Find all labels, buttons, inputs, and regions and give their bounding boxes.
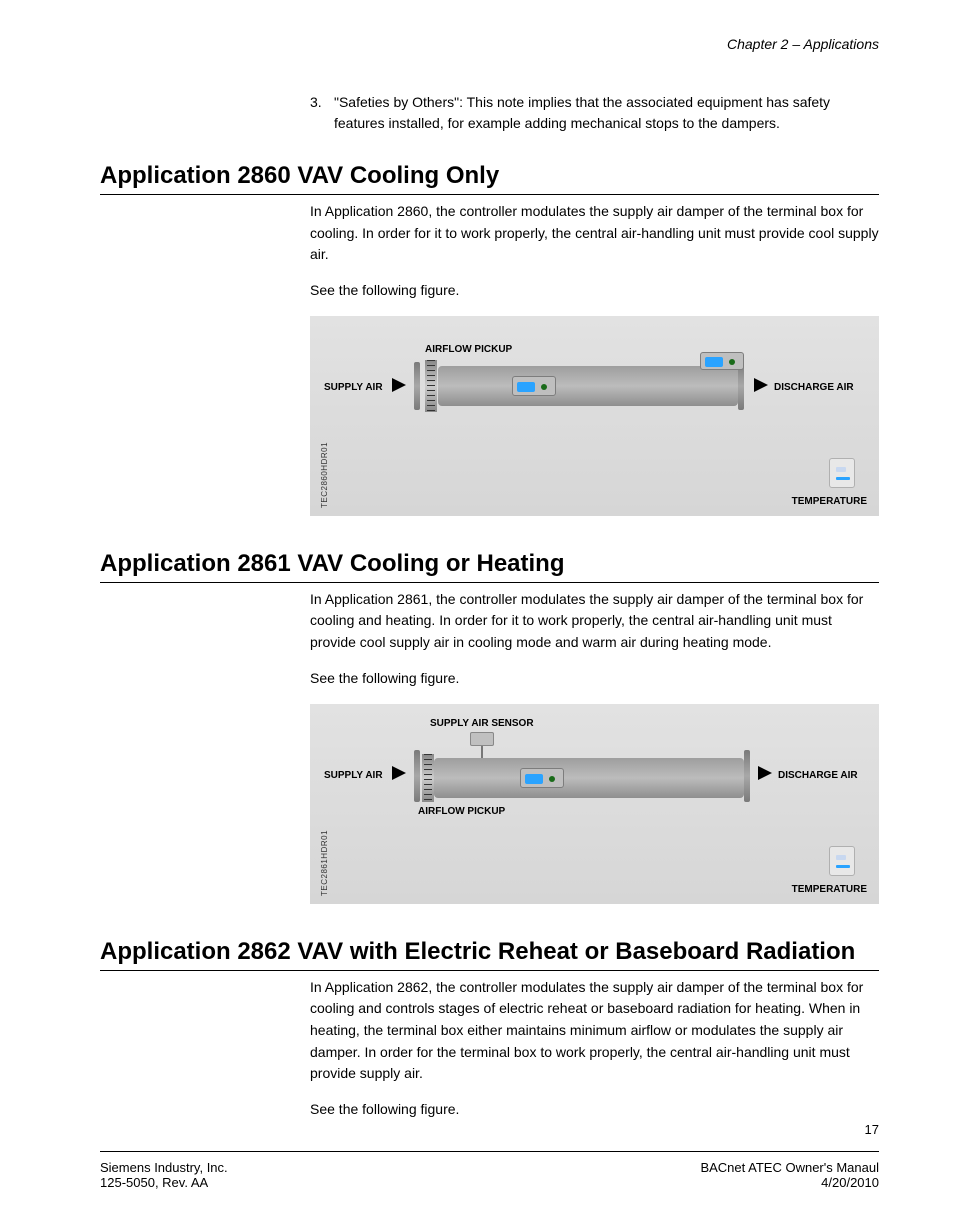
label-airflow-pickup: AIRFLOW PICKUP bbox=[425, 344, 512, 355]
list-number: 3. bbox=[310, 92, 334, 134]
list-text: "Safeties by Others": This note implies … bbox=[334, 92, 879, 134]
terminal-box-duct bbox=[438, 366, 738, 406]
control-panel bbox=[700, 352, 744, 370]
duct-flange bbox=[744, 750, 750, 802]
arrow-right-icon bbox=[392, 766, 406, 780]
paragraph: In Application 2861, the controller modu… bbox=[310, 589, 879, 654]
paragraph: See the following figure. bbox=[310, 668, 879, 690]
page-number: 17 bbox=[865, 1122, 879, 1137]
label-discharge-air: DISCHARGE AIR bbox=[774, 382, 854, 393]
arrow-right-icon bbox=[754, 378, 768, 392]
chapter-header: Chapter 2 – Applications bbox=[100, 36, 879, 52]
airflow-pickup-scale bbox=[425, 360, 437, 412]
heading-app-2862: Application 2862 VAV with Electric Rehea… bbox=[100, 938, 879, 971]
temperature-sensor-icon bbox=[829, 846, 855, 876]
paragraph: In Application 2862, the controller modu… bbox=[310, 977, 879, 1085]
indicator-dot-icon bbox=[729, 359, 735, 365]
arrow-right-icon bbox=[758, 766, 772, 780]
figure-app-2860: AIRFLOW PICKUP SUPPLY AIR DISCHARGE AIR … bbox=[310, 316, 879, 516]
indicator-icon bbox=[525, 774, 543, 784]
figure-code: TEC2861HDR01 bbox=[320, 829, 329, 895]
duct-flange bbox=[414, 362, 420, 410]
heading-app-2861: Application 2861 VAV Cooling or Heating bbox=[100, 550, 879, 583]
label-temperature: TEMPERATURE bbox=[792, 884, 867, 895]
supply-air-sensor-icon bbox=[470, 732, 494, 746]
paragraph: See the following figure. bbox=[310, 1099, 879, 1121]
figure-app-2861: SUPPLY AIR SENSOR SUPPLY AIR AIRFLOW PIC… bbox=[310, 704, 879, 904]
figure-code: TEC2860HDR01 bbox=[320, 442, 329, 508]
footer-docref: 125-5050, Rev. AA bbox=[100, 1175, 228, 1190]
footer-company: Siemens Industry, Inc. bbox=[100, 1160, 228, 1175]
arrow-right-icon bbox=[392, 378, 406, 392]
label-supply-air: SUPPLY AIR bbox=[324, 382, 383, 393]
indicator-dot-icon bbox=[549, 776, 555, 782]
indicator-dot-icon bbox=[541, 384, 547, 390]
temperature-sensor-icon bbox=[829, 458, 855, 488]
heading-app-2860: Application 2860 VAV Cooling Only bbox=[100, 162, 879, 195]
paragraph: See the following figure. bbox=[310, 280, 879, 302]
label-discharge-air: DISCHARGE AIR bbox=[778, 770, 858, 781]
control-panel bbox=[512, 376, 556, 396]
footer-manual-title: BACnet ATEC Owner's Manaul bbox=[700, 1160, 879, 1175]
control-panel bbox=[520, 768, 564, 788]
indicator-icon bbox=[705, 357, 723, 367]
footer-date: 4/20/2010 bbox=[700, 1175, 879, 1190]
paragraph: In Application 2860, the controller modu… bbox=[310, 201, 879, 266]
airflow-pickup-scale bbox=[422, 754, 434, 802]
list-item-3: 3. "Safeties by Others": This note impli… bbox=[310, 92, 879, 134]
indicator-icon bbox=[517, 382, 535, 392]
page-footer: Siemens Industry, Inc. 125-5050, Rev. AA… bbox=[100, 1151, 879, 1190]
label-supply-air-sensor: SUPPLY AIR SENSOR bbox=[430, 718, 534, 729]
label-supply-air: SUPPLY AIR bbox=[324, 770, 383, 781]
label-temperature: TEMPERATURE bbox=[792, 496, 867, 507]
terminal-box-duct bbox=[434, 758, 744, 798]
label-airflow-pickup: AIRFLOW PICKUP bbox=[418, 806, 505, 817]
duct-flange bbox=[414, 750, 420, 802]
